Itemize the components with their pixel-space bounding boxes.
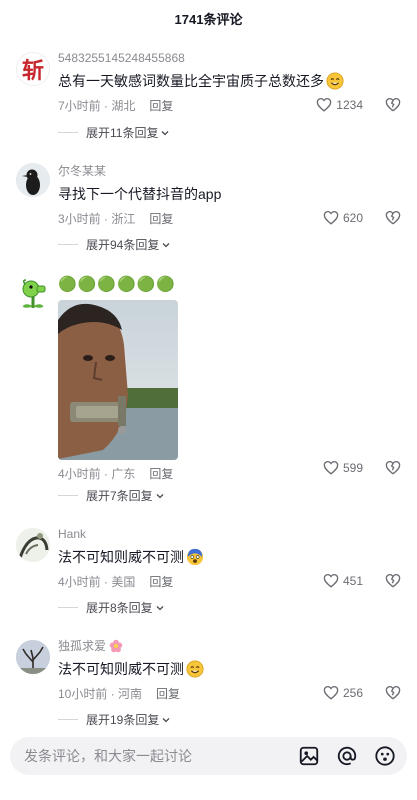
broken-heart-icon xyxy=(385,210,401,225)
chevron-down-icon xyxy=(156,605,164,610)
chevron-down-icon xyxy=(156,493,164,498)
comment-photo[interactable] xyxy=(58,300,178,460)
comment-text: 法不可知则威不可测 xyxy=(58,658,401,680)
chevron-down-icon xyxy=(162,717,170,722)
smile-emoji-icon xyxy=(326,72,344,90)
comment-item: Hank 法不可知则威不可测 4小时前 · 美国 回复 451 展开8条回复 xyxy=(0,526,417,626)
comment-time-location: 10小时前 · 河南 xyxy=(58,686,143,701)
comment-time-location: 7小时前 · 湖北 xyxy=(58,98,136,113)
photo-image xyxy=(58,300,178,460)
heart-icon xyxy=(323,685,339,700)
heart-icon xyxy=(323,460,339,475)
comment-input[interactable] xyxy=(24,748,283,764)
reply-button[interactable]: 回复 xyxy=(149,210,173,227)
smile-emoji-icon xyxy=(186,660,204,678)
chevron-down-icon xyxy=(162,242,170,247)
heart-icon xyxy=(316,97,332,112)
sketch-avatar-image xyxy=(16,528,50,562)
expand-replies-button[interactable]: 展开11条回复 xyxy=(58,124,170,141)
avatar-glyph: 斩 xyxy=(21,58,44,84)
image-icon xyxy=(299,746,319,766)
comment-item: 独孤求爱 法不可知则威不可测 10小时前 · 河南 回复 256 展开19条回复 xyxy=(0,638,417,732)
heart-icon xyxy=(323,210,339,225)
like-button[interactable]: 256 xyxy=(323,685,363,700)
comments-count-title: 1741条评论 xyxy=(174,11,243,27)
chevron-down-icon xyxy=(162,130,169,135)
comment-text: 寻找下一个代替抖音的app xyxy=(58,186,222,202)
tree-avatar-image xyxy=(16,640,50,674)
comments-header: 1741条评论 xyxy=(0,0,417,36)
mention-button[interactable] xyxy=(335,744,359,768)
expand-replies-button[interactable]: 展开19条回复 xyxy=(58,711,171,728)
dislike-button[interactable] xyxy=(385,97,401,117)
comment-username[interactable]: 独孤求爱 xyxy=(58,638,401,654)
green-circle-emojis: 🟢🟢🟢🟢🟢🟢 xyxy=(58,276,177,293)
like-count: 620 xyxy=(342,210,363,225)
like-button[interactable]: 599 xyxy=(323,460,363,475)
emoji-icon xyxy=(375,746,395,766)
like-count: 1234 xyxy=(336,97,363,112)
dislike-button[interactable] xyxy=(385,460,401,480)
bird-avatar-image xyxy=(16,163,50,197)
comment-time-location: 4小时前 · 美国 xyxy=(58,574,136,589)
peashooter-avatar-image xyxy=(16,276,50,310)
divider-line xyxy=(58,495,78,496)
avatar[interactable] xyxy=(16,528,50,562)
comment-input-bar xyxy=(10,737,407,775)
broken-heart-icon xyxy=(385,573,401,588)
reply-button[interactable]: 回复 xyxy=(149,573,173,590)
avatar[interactable] xyxy=(16,163,50,197)
avatar[interactable] xyxy=(16,640,50,674)
like-button[interactable]: 451 xyxy=(323,573,363,588)
comment-item: 🟢🟢🟢🟢🟢🟢 4小时前 · 广东 回复 599 展开7条回复 xyxy=(0,274,417,506)
reply-button[interactable]: 回复 xyxy=(149,465,173,482)
dislike-button[interactable] xyxy=(385,685,401,705)
broken-heart-icon xyxy=(385,460,401,475)
divider-line xyxy=(58,607,78,608)
comment-username[interactable]: 尔冬某某 xyxy=(58,163,401,179)
divider-line xyxy=(58,132,78,133)
like-count: 599 xyxy=(342,460,363,475)
avatar[interactable]: 斩 xyxy=(16,52,50,86)
like-count: 451 xyxy=(342,573,363,588)
comment-username[interactable]: 5483255145248455868 xyxy=(58,50,401,66)
emoji-button[interactable] xyxy=(373,744,397,768)
comment-text: 总有一天敏感词数量比全宇宙质子总数还多 xyxy=(58,70,401,92)
comment-item: 斩 5483255145248455868 总有一天敏感词数量比全宇宙质子总数还… xyxy=(0,50,417,150)
flower-emoji-icon xyxy=(109,639,123,653)
image-button[interactable] xyxy=(297,744,321,768)
divider-line xyxy=(58,244,78,245)
comment-username[interactable]: Hank xyxy=(58,526,401,542)
comment-time-location: 3小时前 · 浙江 xyxy=(58,211,136,226)
like-count: 256 xyxy=(342,685,363,700)
expand-replies-button[interactable]: 展开94条回复 xyxy=(58,236,171,253)
scared-emoji-icon xyxy=(186,548,204,566)
comment-item: 尔冬某某 寻找下一个代替抖音的app 3小时前 · 浙江 回复 620 展开94… xyxy=(0,163,417,263)
comment-time-location: 4小时前 · 广东 xyxy=(58,466,136,481)
comment-text: 🟢🟢🟢🟢🟢🟢 xyxy=(58,274,401,296)
dislike-button[interactable] xyxy=(385,210,401,230)
at-icon xyxy=(337,746,357,766)
dislike-button[interactable] xyxy=(385,573,401,593)
expand-replies-button[interactable]: 展开8条回复 xyxy=(58,599,165,616)
divider-line xyxy=(58,719,78,720)
expand-replies-button[interactable]: 展开7条回复 xyxy=(58,487,165,504)
like-button[interactable]: 1234 xyxy=(316,97,363,112)
reply-button[interactable]: 回复 xyxy=(149,97,173,114)
broken-heart-icon xyxy=(385,97,401,112)
broken-heart-icon xyxy=(385,685,401,700)
reply-button[interactable]: 回复 xyxy=(156,685,180,702)
avatar[interactable] xyxy=(16,276,50,310)
heart-icon xyxy=(323,573,339,588)
like-button[interactable]: 620 xyxy=(323,210,363,225)
comment-text: 法不可知则威不可测 xyxy=(58,546,401,568)
